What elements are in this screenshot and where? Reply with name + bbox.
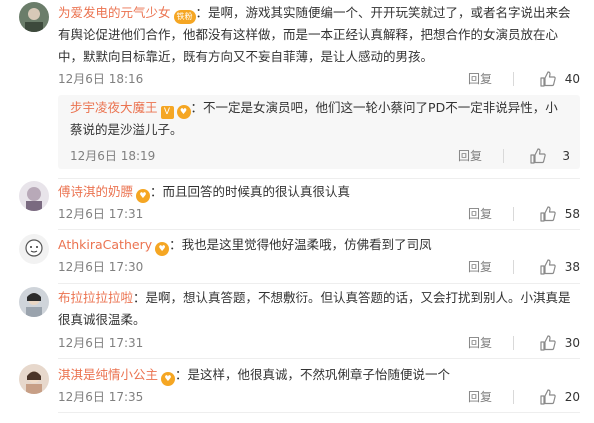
thumbs-up-icon[interactable] [528,147,546,165]
comment-username[interactable]: 傅诗淇的奶膘 [58,184,133,199]
divider [513,260,514,274]
fan-badge-icon: ♥ [176,105,191,119]
comment-text: 是这样，他很真诚，不然巩俐章子怡随便说一个 [187,367,451,382]
reply-username[interactable]: 步宇凌夜大魔王 [70,100,158,115]
comment-username[interactable]: 为爱发电的元气少女 [58,5,171,20]
comment-body: 布拉拉拉拉啦：是啊，想认真答题，不想敷衍。但认真答题的话，又会打扰到别人。小淇真… [58,287,580,331]
reply-body: 步宇凌夜大魔王 V ♥ ：不一定是女演员吧，他们这一轮小蔡问了PD不一定非说异性，小蔡… [70,97,568,141]
vip-badge-icon: V [160,106,174,119]
like-count: 38 [564,260,580,274]
like-count: 40 [564,72,580,86]
colon-separator: ： [190,100,204,115]
like-count: 58 [564,207,580,221]
comment-text: 我也是这里觉得他好温柔哦，仿佛看到了司凤 [181,237,432,252]
divider [58,229,580,230]
reply-button[interactable]: 回复 [468,387,492,407]
comment-meta: 12月6日 17:30 回复 38 [58,257,580,277]
avatar[interactable] [19,364,49,394]
divider [513,207,514,221]
comment-feed: 为爱发电的元气少女 铁粉 ：是啊，游戏其实随便编一个、开开玩笑就过了，或者名字说出来… [0,0,594,423]
thumbs-up-icon[interactable] [538,258,556,276]
comment-meta: 12月6日 18:16 回复 40 [58,69,580,89]
comment-body: 为爱发电的元气少女 铁粉 ：是啊，游戏其实随便编一个、开开玩笑就过了，或者名字说出来… [58,2,580,68]
reply-button[interactable]: 回复 [468,333,492,353]
thumbs-up-icon[interactable] [538,70,556,88]
avatar[interactable] [19,181,49,211]
divider [58,283,580,284]
reply-button[interactable]: 回复 [468,204,492,224]
divider [58,358,580,359]
fan-badge-icon: ♥ [136,189,151,203]
like-count: 20 [564,390,580,404]
comment-username[interactable]: 淇淇是纯情小公主 [58,367,158,382]
comment-time: 12月6日 17:30 [58,260,144,274]
thumbs-up-icon[interactable] [538,388,556,406]
comment-time: 12月6日 17:31 [58,336,144,350]
reply-meta: 12月6日 18:19 回复 3 [70,146,570,166]
comment-text: 而且回答的时候真的很认真很认真 [162,184,351,199]
divider [513,390,514,404]
avatar[interactable] [19,2,49,32]
comment-body: 淇淇是纯情小公主 ♥ ：是这样，他很真诚，不然巩俐章子怡随便说一个 [58,364,580,386]
comment-meta: 12月6日 17:31 回复 58 [58,204,580,224]
comment-body: 傅诗淇的奶膘 ♥ ：而且回答的时候真的很认真很认真 [58,181,580,203]
fan-badge-icon: ♥ [161,372,176,386]
comment-meta: 12月6日 17:35 回复 20 [58,387,580,407]
colon-separator: ： [175,367,188,382]
thumbs-up-icon[interactable] [538,334,556,352]
colon-separator: ： [150,184,163,199]
comment-time: 12月6日 17:35 [58,390,144,404]
comment-username[interactable]: 布拉拉拉拉啦 [58,290,133,305]
divider [513,336,514,350]
divider [58,178,580,179]
reply-thread: 步宇凌夜大魔王 V ♥ ：不一定是女演员吧，他们这一轮小蔡问了PD不一定非说异性，小蔡… [58,95,580,169]
reply-button[interactable]: 回复 [468,257,492,277]
divider [58,412,580,413]
comment-time: 12月6日 17:31 [58,207,144,221]
fan-badge-icon: ♥ [155,242,170,256]
avatar[interactable] [19,287,49,317]
reply-button[interactable]: 回复 [468,69,492,89]
colon-separator: ： [195,5,209,20]
divider [503,149,504,163]
reply-time: 12月6日 18:19 [70,149,156,163]
thumbs-up-icon[interactable] [538,205,556,223]
fan-badge-icon: 铁粉 [173,10,196,24]
reply-button[interactable]: 回复 [458,146,482,166]
comment-meta: 12月6日 17:31 回复 30 [58,333,580,353]
like-count: 30 [564,336,580,350]
colon-separator: ： [133,290,146,305]
comment-time: 12月6日 18:16 [58,72,144,86]
comment-username[interactable]: AthkiraCathery [58,237,152,252]
avatar[interactable] [19,234,49,264]
colon-separator: ： [169,237,182,252]
divider [513,72,514,86]
comment-body: AthkiraCathery ♥ ：我也是这里觉得他好温柔哦，仿佛看到了司凤 [58,234,580,256]
like-count: 3 [562,149,570,163]
